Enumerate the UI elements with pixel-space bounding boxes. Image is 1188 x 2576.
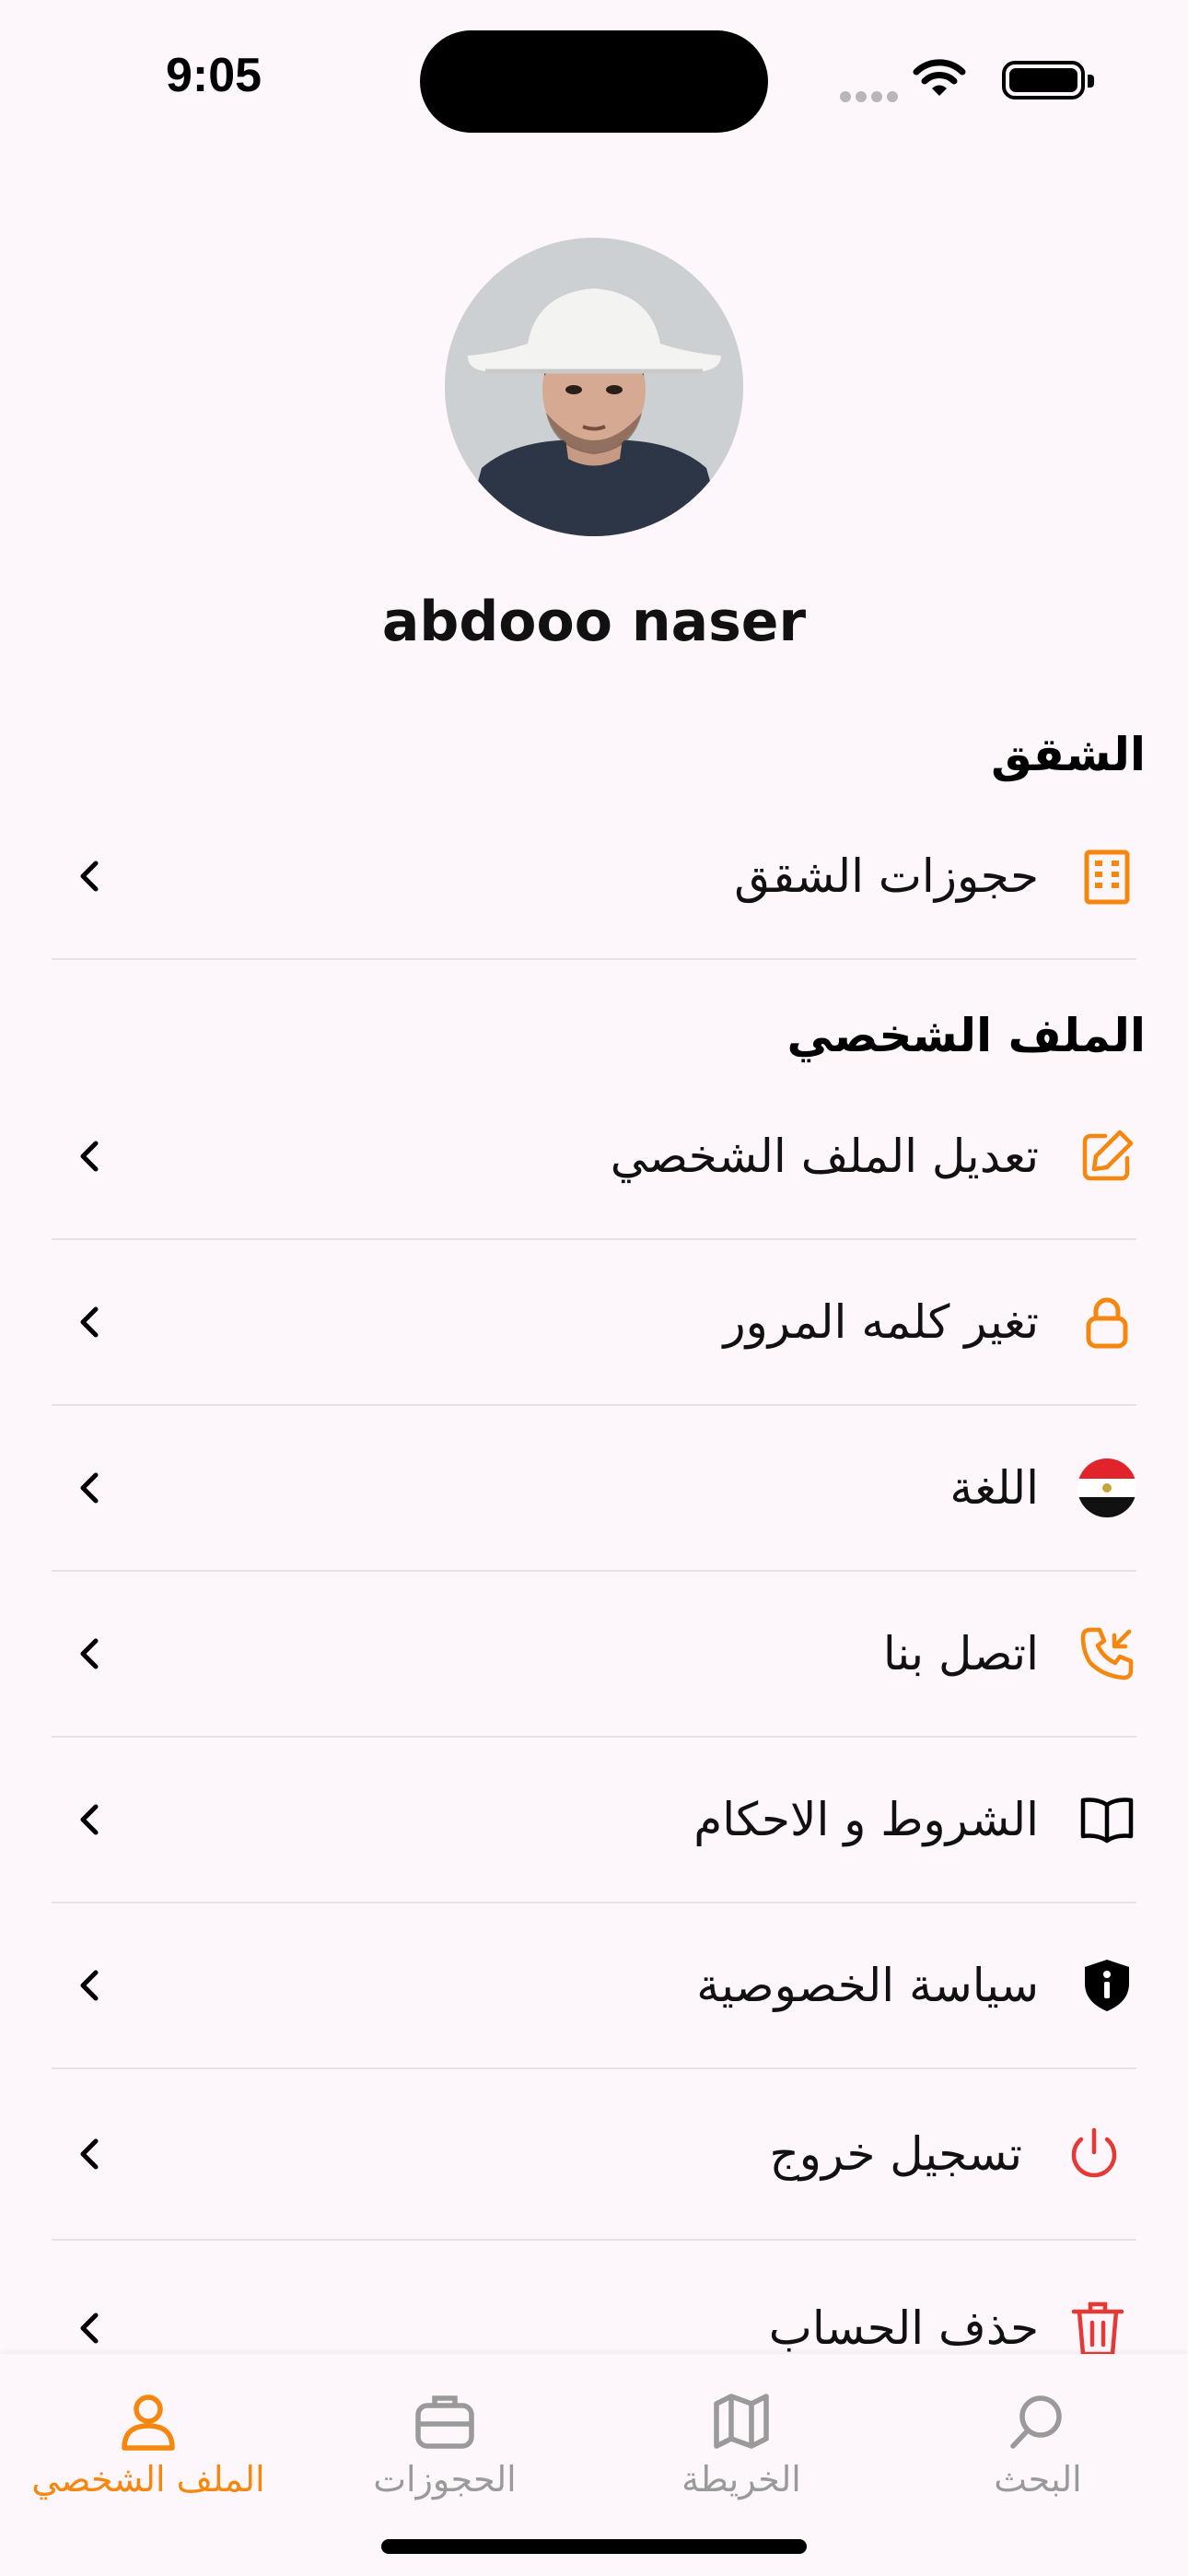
chevron-left-icon <box>80 861 99 892</box>
section-title-apartments: الشقق <box>991 728 1146 781</box>
trash-icon <box>1071 2301 1124 2357</box>
power-icon <box>1071 2127 1117 2178</box>
menu-item-privacy-policy[interactable]: سياسة الخصوصية <box>52 1903 1136 2069</box>
chevron-left-icon <box>80 1306 99 1338</box>
section-title-profile: الملف الشخصي <box>786 1009 1146 1062</box>
menu-item-label: اتصل بنا <box>882 1627 1039 1680</box>
nav-tab-label: الحجوزات <box>373 2459 517 2500</box>
menu-item-label: حجوزات الشقق <box>734 849 1039 903</box>
chevron-left-icon <box>80 1472 99 1504</box>
map-icon <box>714 2394 769 2449</box>
search-icon <box>1010 2395 1062 2449</box>
egypt-flag-icon <box>1077 1458 1136 1517</box>
chevron-left-icon <box>80 2138 99 2170</box>
menu-item-language[interactable]: اللغة <box>52 1406 1136 1572</box>
menu-item-logout[interactable]: تسجيل خروج <box>52 2069 1136 2241</box>
menu-item-change-password[interactable]: تغير كلمه المرور <box>52 1240 1136 1406</box>
nav-tab-label: البحث <box>994 2459 1082 2500</box>
lock-icon <box>1086 1297 1128 1349</box>
status-time: 9:05 <box>166 49 262 102</box>
menu-item-label: تغير كلمه المرور <box>723 1295 1039 1349</box>
nav-tab-map[interactable]: الخريطة <box>593 2389 890 2500</box>
wifi-icon <box>913 59 966 96</box>
menu-item-label: الشروط و الاحكام <box>693 1793 1039 1846</box>
avatar-photo <box>445 238 743 536</box>
nav-tab-label: الخريطة <box>681 2459 801 2500</box>
nav-tab-bookings[interactable]: الحجوزات <box>297 2389 593 2500</box>
phone-incoming-icon <box>1080 1627 1134 1680</box>
menu-item-label: تسجيل خروج <box>769 2127 1022 2181</box>
chevron-left-icon <box>80 1638 99 1669</box>
chevron-left-icon <box>80 1970 99 2001</box>
chevron-left-icon <box>80 1804 99 1835</box>
nav-tab-search[interactable]: البحث <box>890 2389 1186 2500</box>
menu-item-contact-us[interactable]: اتصل بنا <box>52 1572 1136 1738</box>
menu-item-terms[interactable]: الشروط و الاحكام <box>52 1738 1136 1903</box>
nav-tab-label: الملف الشخصي <box>31 2459 265 2500</box>
battery-icon <box>1002 61 1094 100</box>
shield-info-icon <box>1085 1960 1129 2011</box>
signal-dots-icon <box>840 88 904 102</box>
user-icon <box>122 2395 175 2451</box>
building-icon <box>1084 849 1130 905</box>
menu-item-label: حذف الحساب <box>768 2301 1039 2355</box>
menu-item-label: تعديل الملف الشخصي <box>610 1130 1039 1183</box>
briefcase-icon <box>415 2395 474 2449</box>
chevron-left-icon <box>80 2313 99 2344</box>
nav-tab-profile[interactable]: الملف الشخصي <box>0 2389 297 2500</box>
profile-name: abdooo naser <box>381 590 807 654</box>
menu-item-label: اللغة <box>949 1461 1039 1515</box>
avatar[interactable] <box>445 238 743 536</box>
menu-item-edit-profile[interactable]: تعديل الملف الشخصي <box>52 1074 1136 1240</box>
chevron-left-icon <box>80 1141 99 1172</box>
edit-icon <box>1082 1130 1134 1181</box>
home-indicator <box>381 2539 807 2554</box>
menu-item-apartment-bookings[interactable]: حجوزات الشقق <box>52 794 1136 960</box>
menu-item-label: سياسة الخصوصية <box>696 1959 1039 2012</box>
dynamic-island <box>420 30 768 133</box>
book-icon <box>1080 1797 1134 1844</box>
